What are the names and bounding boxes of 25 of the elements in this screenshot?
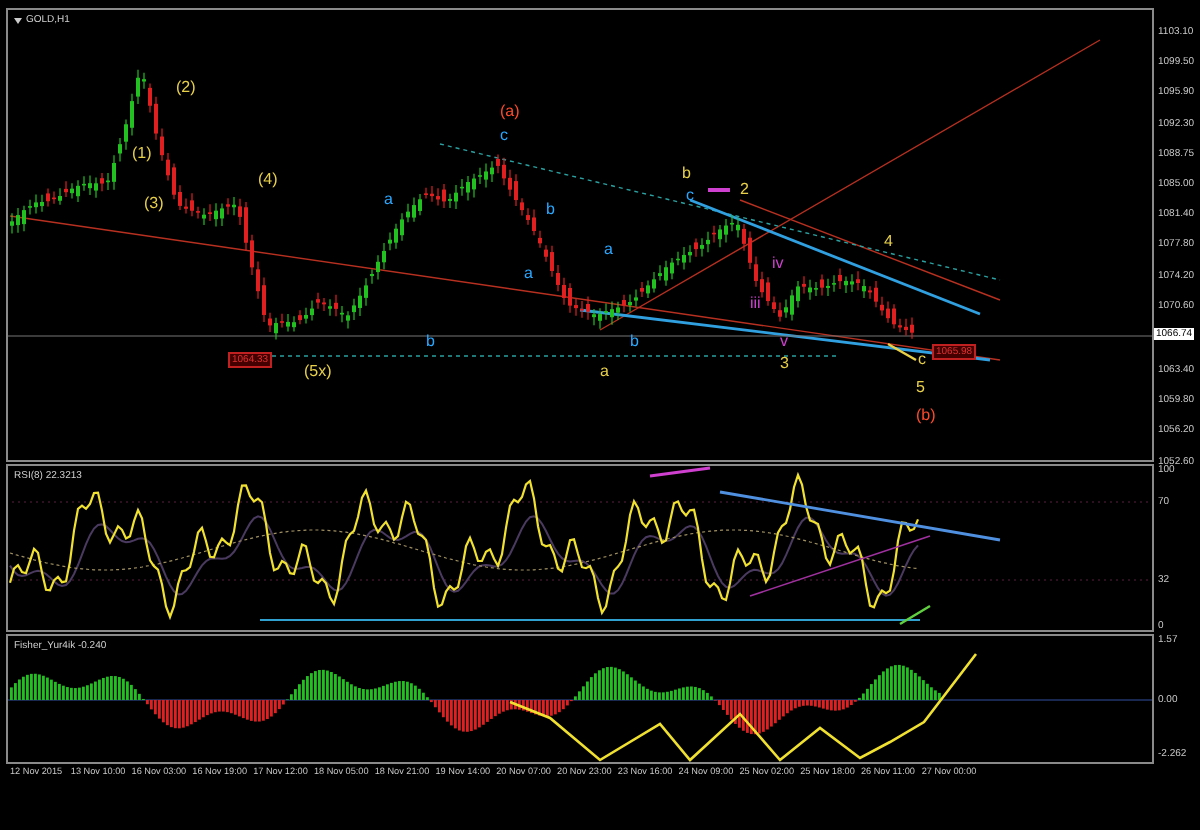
wave-label: a [604, 240, 613, 258]
wave-label: b [630, 332, 639, 350]
wave-label: 4 [884, 232, 893, 250]
wave-label: 5 [916, 378, 925, 396]
wave-label: a [384, 190, 393, 208]
wave-label: iv [772, 254, 784, 272]
wave-label: iii [750, 294, 761, 312]
wave-label: (1) [132, 144, 152, 162]
wave-label: (3) [144, 194, 164, 212]
wave-label: v [780, 332, 788, 350]
wave-label: c [500, 126, 508, 144]
wave-label: 3 [780, 354, 789, 372]
wave-label: (5x) [304, 362, 332, 380]
wave-label: (4) [258, 170, 278, 188]
wave-label: a [600, 362, 609, 380]
wave-label: b [682, 164, 691, 182]
wave-label: c [686, 186, 694, 204]
wave-label: 2 [740, 180, 749, 198]
wave-label: b [546, 200, 555, 218]
wave-label: (b) [916, 406, 936, 424]
wave-label: (a) [500, 102, 520, 120]
wave-label: (2) [176, 78, 196, 96]
wave-label: b [426, 332, 435, 350]
wave-label: c [918, 350, 926, 368]
wave-label: a [524, 264, 533, 282]
